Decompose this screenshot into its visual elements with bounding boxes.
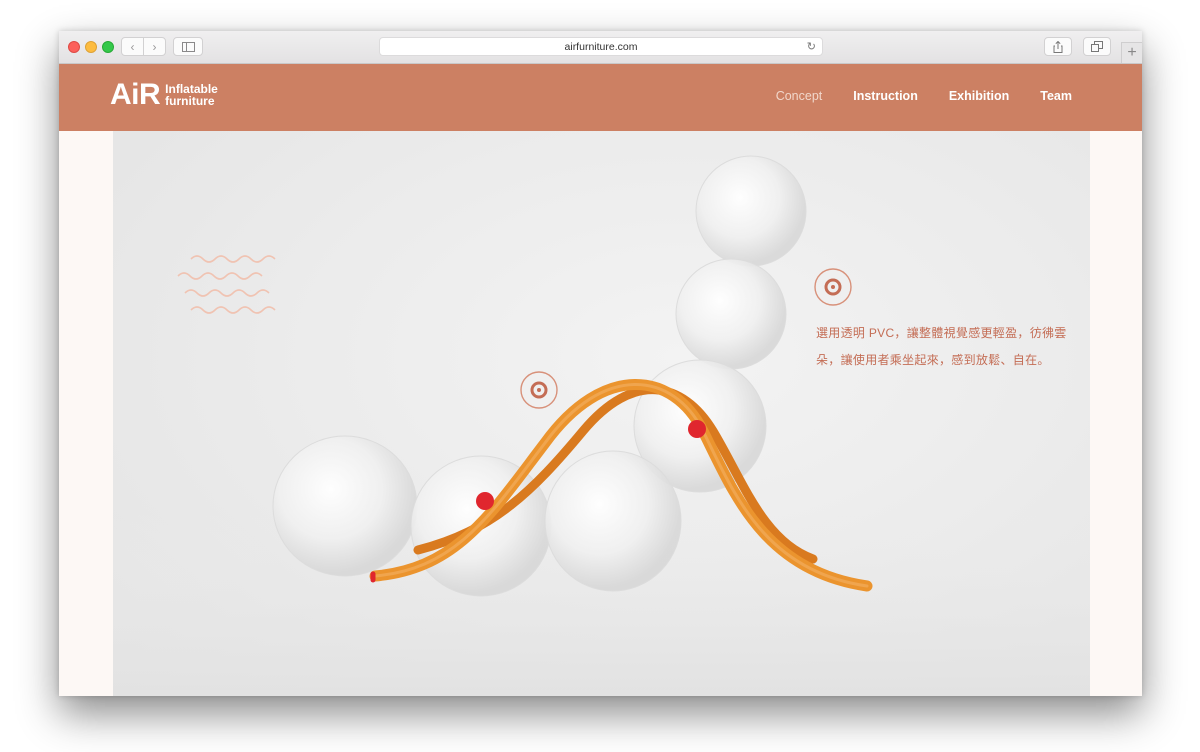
sidebar-toggle-button[interactable] <box>173 37 203 56</box>
share-button[interactable] <box>1044 37 1072 56</box>
site-logo[interactable]: AiR Inflatable furniture <box>110 80 218 110</box>
close-window-button[interactable] <box>68 41 80 53</box>
wavy-lines-icon <box>177 255 276 314</box>
nav-exhibition[interactable]: Exhibition <box>949 89 1009 103</box>
site-header: AiR Inflatable furniture Concept Instruc… <box>59 64 1142 131</box>
main-nav: Concept Instruction Exhibition Team <box>745 89 1072 103</box>
description-line-2: 朵，讓使用者乘坐起來，感到放鬆、自在。 <box>816 353 1050 367</box>
tabs-overview-icon <box>1091 41 1103 52</box>
hero-illustration <box>113 155 1090 696</box>
tabs-overview-button[interactable] <box>1083 37 1111 56</box>
joint-marker <box>476 492 494 510</box>
browser-toolbar: ‹ › airfurniture.com ↻ + <box>59 31 1142 64</box>
hotspot-marker-ball[interactable] <box>814 268 852 306</box>
hotspot-description: 選用透明 PVC，讓整體視覺感更輕盈，彷彿雲 朵，讓使用者乘坐起來，感到放鬆、自… <box>816 320 1076 374</box>
hotspot-marker-frame[interactable] <box>520 371 558 409</box>
maximize-window-button[interactable] <box>102 41 114 53</box>
reload-icon[interactable]: ↻ <box>807 40 816 53</box>
logo-subtitle: Inflatable furniture <box>165 83 218 107</box>
hero-section: 選用透明 PVC，讓整體視覺感更輕盈，彷彿雲 朵，讓使用者乘坐起來，感到放鬆、自… <box>113 131 1090 696</box>
nav-team[interactable]: Team <box>1040 89 1072 103</box>
browser-window: ‹ › airfurniture.com ↻ + AiR Inflatable … <box>59 31 1142 696</box>
new-tab-button[interactable]: + <box>1121 42 1142 63</box>
nav-instruction[interactable]: Instruction <box>853 89 918 103</box>
url-text: airfurniture.com <box>564 40 638 53</box>
sidebar-icon <box>181 41 195 52</box>
minimize-window-button[interactable] <box>85 41 97 53</box>
forward-button[interactable]: › <box>143 37 166 56</box>
chevron-left-icon: ‹ <box>130 39 135 54</box>
logo-mark: AiR <box>110 78 161 111</box>
joint-marker <box>688 420 706 438</box>
description-line-1: 選用透明 PVC，讓整體視覺感更輕盈，彷彿雲 <box>816 326 1067 340</box>
nav-concept[interactable]: Concept <box>776 89 823 103</box>
share-icon <box>1053 40 1063 53</box>
plus-icon: + <box>1127 44 1137 61</box>
chevron-right-icon: › <box>152 39 157 54</box>
back-button[interactable]: ‹ <box>121 37 144 56</box>
address-bar[interactable]: airfurniture.com ↻ <box>379 37 823 56</box>
logo-line-2: furniture <box>165 94 215 108</box>
